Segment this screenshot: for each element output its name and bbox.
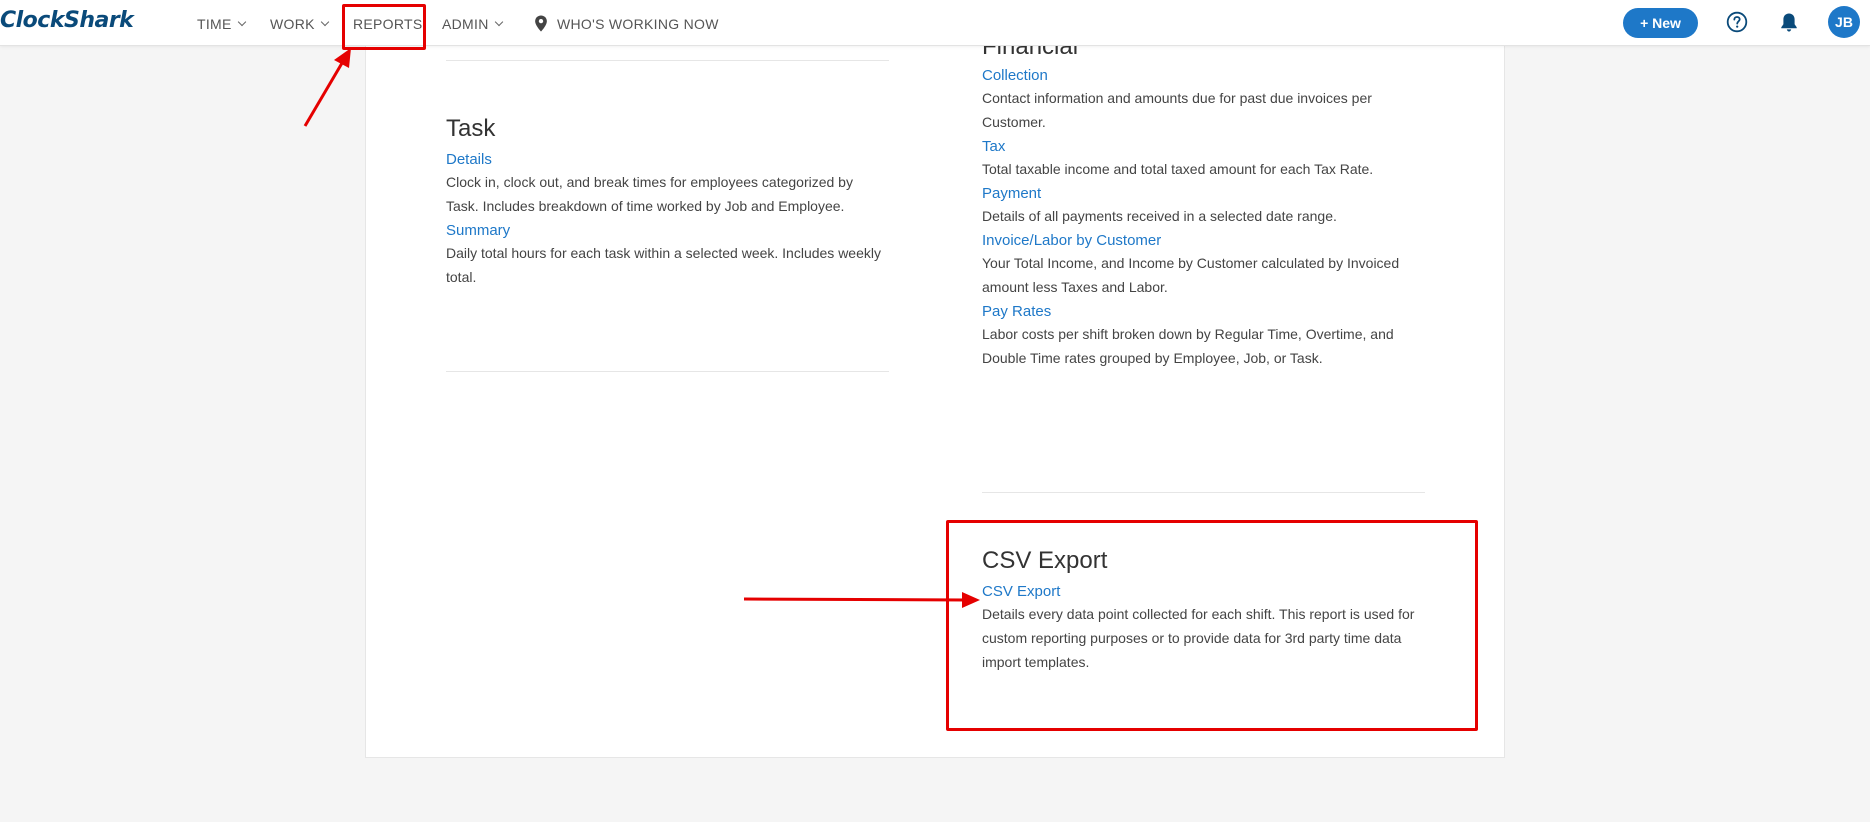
nav-admin-menu[interactable]: ADMIN: [442, 16, 503, 32]
report-link-csv-export[interactable]: CSV Export: [982, 582, 1060, 602]
report-link-pay-rates[interactable]: Pay Rates: [982, 302, 1051, 322]
report-link-task-summary[interactable]: Summary: [446, 221, 510, 241]
chevron-down-icon: [320, 17, 330, 27]
report-link-payment[interactable]: Payment: [982, 184, 1041, 204]
report-description: Details every data point collected for e…: [982, 606, 1415, 670]
arrow-to-reports-head: [334, 48, 351, 68]
help-circle-icon[interactable]: [1726, 11, 1748, 33]
report-link-task-details[interactable]: Details: [446, 150, 492, 170]
section-divider: [446, 371, 889, 372]
task-section: Task Details Clock in, clock out, and br…: [446, 114, 889, 289]
nav-work-menu[interactable]: WORK: [270, 16, 330, 32]
csv-export-section-title: CSV Export: [982, 547, 1108, 574]
report-link-collection[interactable]: Collection: [982, 66, 1048, 86]
chevron-down-icon: [237, 17, 246, 27]
report-description: Your Total Income, and Income by Custome…: [982, 255, 1400, 295]
report-link-tax[interactable]: Tax: [982, 137, 1005, 157]
nav-time-menu[interactable]: TIME: [197, 16, 246, 32]
nav-admin-label: ADMIN: [442, 16, 489, 32]
section-divider: [446, 60, 889, 61]
financial-section: Financial Collection Contact information…: [982, 32, 1425, 370]
chevron-down-icon: [494, 17, 503, 27]
report-item-task-summary: Summary Daily total hours for each task …: [446, 221, 889, 289]
user-avatar[interactable]: JB: [1828, 6, 1860, 38]
csv-export-section: CSV Export CSV Export Details every data…: [982, 546, 1425, 674]
report-item-invoice-labor: Invoice/Labor by Customer Your Total Inc…: [982, 231, 1425, 299]
report-description: Details of all payments received in a se…: [982, 208, 1337, 224]
nav-whos-working-link[interactable]: WHO'S WORKING NOW: [534, 15, 719, 32]
section-divider: [982, 492, 1425, 493]
report-link-invoice-labor-by-customer[interactable]: Invoice/Labor by Customer: [982, 231, 1161, 251]
report-item-pay-rates: Pay Rates Labor costs per shift broken d…: [982, 302, 1425, 370]
report-item-collection: Collection Contact information and amoun…: [982, 66, 1425, 134]
nav-reports-label: REPORTS: [353, 16, 423, 32]
arrow-to-reports-shaft: [303, 57, 347, 127]
report-item-task-details: Details Clock in, clock out, and break t…: [446, 150, 889, 218]
bell-icon[interactable]: [1779, 12, 1799, 33]
report-item-csv-export: CSV Export Details every data point coll…: [982, 582, 1425, 674]
report-description: Daily total hours for each task within a…: [446, 245, 881, 285]
new-button[interactable]: + New: [1623, 8, 1698, 38]
report-description: Contact information and amounts due for …: [982, 90, 1372, 130]
report-description: Total taxable income and total taxed amo…: [982, 161, 1374, 177]
report-item-payment: Payment Details of all payments received…: [982, 184, 1425, 228]
nav-work-label: WORK: [270, 16, 315, 32]
clockshark-logo[interactable]: ClockShark: [0, 8, 134, 33]
report-description: Clock in, clock out, and break times for…: [446, 174, 853, 214]
report-description: Labor costs per shift broken down by Reg…: [982, 326, 1394, 366]
map-pin-icon: [535, 15, 547, 32]
nav-whos-working-label: WHO'S WORKING NOW: [557, 15, 719, 32]
reports-content-card: Task Details Clock in, clock out, and br…: [365, 33, 1505, 758]
nav-reports-menu[interactable]: REPORTS: [353, 16, 423, 32]
report-item-tax: Tax Total taxable income and total taxed…: [982, 137, 1425, 181]
nav-time-label: TIME: [197, 16, 232, 32]
task-section-title: Task: [446, 115, 496, 142]
top-navigation-bar: ClockShark TIME WORK REPORTS ADMIN WHO'S…: [0, 0, 1870, 46]
